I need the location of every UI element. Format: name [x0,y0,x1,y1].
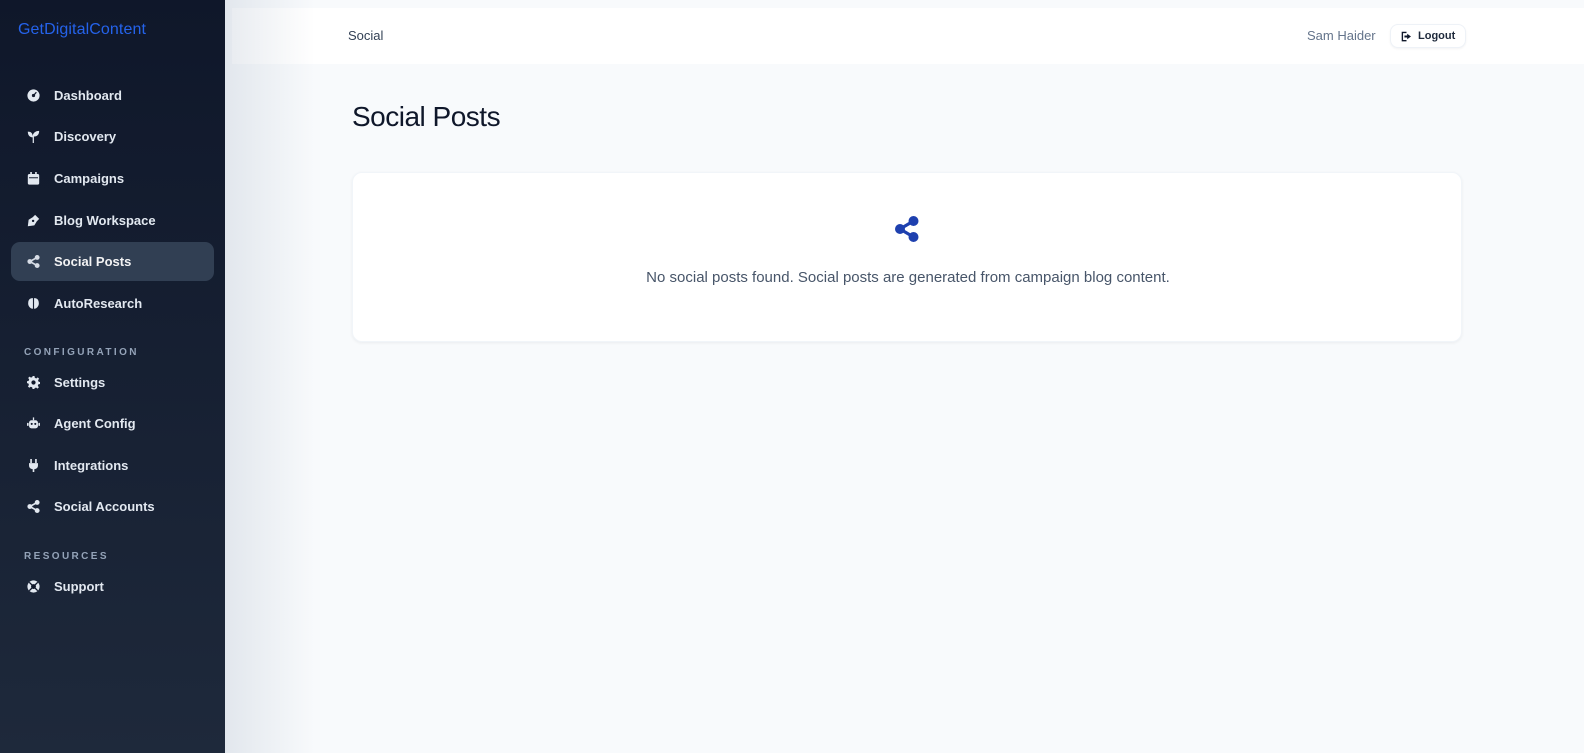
section-label-resources: RESOURCES [24,551,109,562]
logout-icon [1401,31,1411,41]
sidebar-item-label: Social Posts [54,254,132,269]
sidebar-item-support[interactable]: Support [11,567,214,606]
calendar-icon [25,171,41,187]
life-ring-icon [25,579,41,595]
sidebar-item-campaigns[interactable]: Campaigns [11,159,214,198]
gear-icon [25,375,41,391]
logout-label: Logout [1418,30,1456,42]
share-icon [25,499,41,515]
sidebar-item-label: Support [54,579,104,594]
breadcrumb[interactable]: Social [348,28,383,43]
sidebar-item-label: Discovery [54,129,117,144]
sidebar-item-integrations[interactable]: Integrations [11,446,214,485]
pen-nib-icon [25,213,41,229]
gauge-icon [25,88,41,104]
page-title: Social Posts [352,101,501,132]
main-content: Social Sam Haider Logout Social Posts No… [225,0,1584,753]
app-root: GetDigitalContent Dashboard Discovery Ca… [0,0,1584,753]
sidebar-item-social-accounts[interactable]: Social Accounts [11,487,214,526]
sidebar-item-social-posts[interactable]: Social Posts [11,242,214,281]
sidebar-item-label: Blog Workspace [54,213,156,228]
brand-logo[interactable]: GetDigitalContent [18,21,146,39]
share-icon [895,216,919,242]
sidebar-item-dashboard[interactable]: Dashboard [11,76,214,115]
logout-button[interactable]: Logout [1390,24,1467,48]
plug-icon [25,458,41,474]
sidebar-item-label: AutoResearch [54,296,143,311]
user-name: Sam Haider [1307,28,1376,43]
sidebar-item-label: Dashboard [54,88,122,103]
sidebar-item-label: Agent Config [54,416,136,431]
sidebar-item-label: Campaigns [54,171,125,186]
sidebar-item-label: Social Accounts [54,499,155,514]
share-icon [25,254,41,270]
robot-icon [25,416,41,432]
sidebar: GetDigitalContent Dashboard Discovery Ca… [0,0,225,753]
section-label-configuration: CONFIGURATION [24,347,139,358]
empty-state-message: No social posts found. Social posts are … [646,269,1170,286]
sidebar-item-discovery[interactable]: Discovery [11,117,214,156]
sidebar-item-label: Integrations [54,458,129,473]
sidebar-item-agent-config[interactable]: Agent Config [11,404,214,443]
brain-icon [25,296,41,312]
sidebar-item-autoresearch[interactable]: AutoResearch [11,284,214,323]
sidebar-item-label: Settings [54,375,106,390]
sidebar-item-blog-workspace[interactable]: Blog Workspace [11,201,214,240]
top-bar: Social Sam Haider Logout [232,8,1584,64]
seedling-icon [25,129,41,145]
empty-state-card: No social posts found. Social posts are … [352,172,1462,342]
sidebar-item-settings[interactable]: Settings [11,363,214,402]
